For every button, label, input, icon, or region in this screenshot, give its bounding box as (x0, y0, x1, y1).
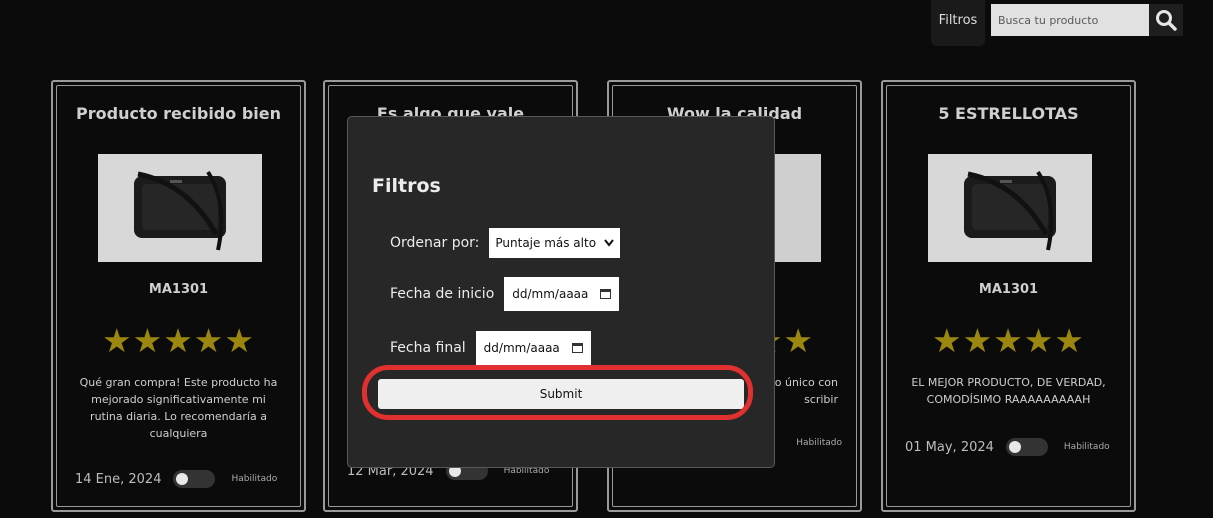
card-title: Producto recibido bien (76, 104, 281, 123)
calendar-icon[interactable] (571, 343, 583, 353)
order-select-value: Puntaje más alto (495, 236, 597, 250)
rating-stars: ★★★★★ (102, 321, 255, 360)
product-code: MA1301 (978, 282, 1039, 297)
status-label: Habilitado (1063, 442, 1110, 452)
review-card: Producto recibido bien MA1301 ★★★★★ Qué … (51, 80, 306, 512)
filtros-button[interactable]: Filtros (931, 0, 985, 46)
status-label: Habilitado (796, 438, 842, 448)
review-date: 01 May, 2024 (905, 439, 994, 455)
end-date-value: dd/mm/aaaa (483, 341, 560, 355)
search-button[interactable] (1149, 4, 1183, 36)
product-image (98, 154, 262, 262)
start-date-value: dd/mm/aaaa (512, 287, 589, 301)
chevron-down-icon (604, 239, 614, 247)
end-date-label: Fecha final (390, 340, 466, 356)
order-select[interactable]: Puntaje más alto (489, 228, 621, 258)
calendar-icon[interactable] (600, 289, 612, 299)
review-text: EL MEJOR PRODUCTO, DE VERDAD, COMODÍSIMO… (911, 376, 1106, 406)
start-date-row: Fecha de inicio dd/mm/aaaa (390, 277, 620, 311)
product-image (775, 154, 821, 262)
search-icon (1156, 10, 1177, 31)
start-date-input[interactable]: dd/mm/aaaa (504, 277, 620, 311)
product-code: MA1301 (148, 282, 209, 297)
review-card: 5 ESTRELLOTAS MA1301 ★★★★★ EL MEJOR PROD… (881, 80, 1136, 512)
modal-title: Filtros (372, 175, 441, 197)
status-toggle[interactable] (173, 470, 216, 488)
review-date: 14 Ene, 2024 (75, 471, 162, 487)
product-image (928, 154, 1092, 262)
card-footer: 14 Ene, 2024 Habilitado (75, 470, 286, 488)
card-footer: 01 May, 2024 Habilitado (905, 438, 1116, 456)
start-date-label: Fecha de inicio (390, 286, 495, 302)
end-date-input[interactable]: dd/mm/aaaa (475, 331, 591, 365)
status-toggle[interactable] (1005, 438, 1048, 456)
highlight-annotation (362, 365, 753, 420)
end-date-row: Fecha final dd/mm/aaaa (390, 331, 591, 365)
order-label: Ordenar por: (390, 235, 480, 251)
review-text: Qué gran compra! Este producto ha mejora… (79, 376, 278, 440)
search-input[interactable] (991, 4, 1149, 36)
order-row: Ordenar por: Puntaje más alto (390, 228, 621, 258)
status-label: Habilitado (231, 474, 278, 484)
rating-stars: ★★★★★ (932, 321, 1085, 360)
card-title: 5 ESTRELLOTAS (938, 104, 1079, 123)
